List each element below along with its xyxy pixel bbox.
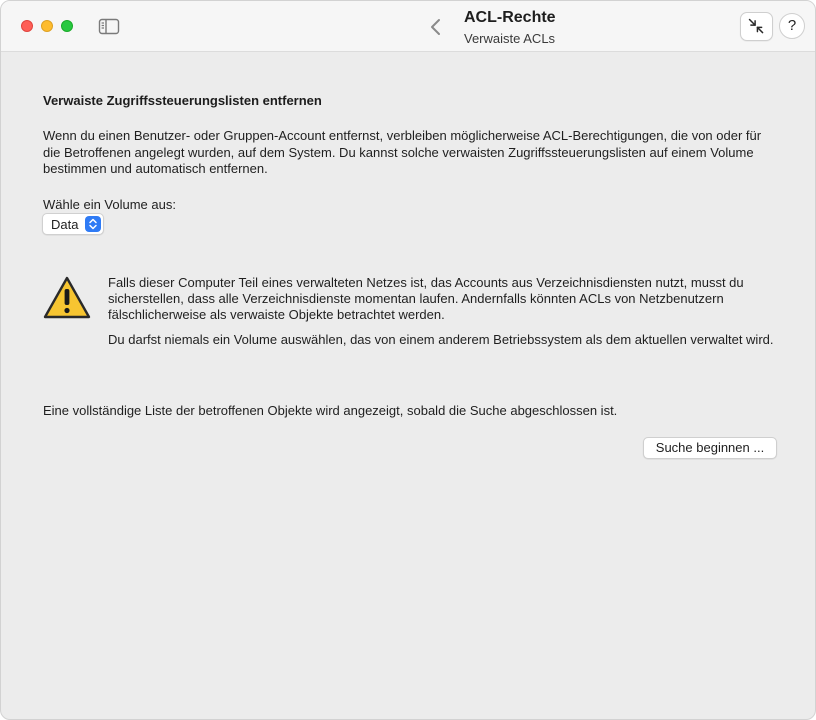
volume-select-value: Data	[51, 217, 79, 232]
volume-select[interactable]: Data	[42, 213, 104, 235]
titlebar: ACL-Rechte Verwaiste ACLs ?	[1, 1, 815, 52]
chevron-left-icon[interactable]	[428, 17, 444, 37]
minimize-window-button[interactable]	[41, 20, 53, 32]
close-window-button[interactable]	[21, 20, 33, 32]
app-window: ACL-Rechte Verwaiste ACLs ? Verwaiste Zu…	[0, 0, 816, 720]
warning-paragraph-2: Du darfst niemals ein Volume auswählen, …	[108, 331, 774, 347]
results-note: Eine vollständige Liste der betroffenen …	[43, 403, 618, 418]
warning-message: Falls dieser Computer Teil eines verwalt…	[108, 275, 783, 348]
warning-paragraph-1: Falls dieser Computer Teil eines verwalt…	[108, 275, 744, 323]
window-title: ACL-Rechte	[464, 9, 556, 26]
zoom-window-button[interactable]	[61, 20, 73, 32]
start-search-button[interactable]: Suche beginnen ...	[643, 437, 777, 459]
description-text: Wenn du einen Benutzer- oder Gruppen-Acc…	[43, 128, 762, 176]
shrink-arrows-icon	[748, 18, 764, 34]
volume-label: Wähle ein Volume aus:	[43, 197, 176, 212]
help-button[interactable]: ?	[779, 13, 805, 39]
sidebar-toggle-icon[interactable]	[98, 18, 120, 35]
window-subtitle: Verwaiste ACLs	[464, 31, 556, 46]
updown-chevron-icon	[85, 216, 101, 232]
warning-triangle-icon	[43, 276, 91, 319]
shrink-window-button[interactable]	[740, 12, 773, 41]
section-heading: Verwaiste Zugriffssteuerungslisten entfe…	[43, 93, 322, 108]
